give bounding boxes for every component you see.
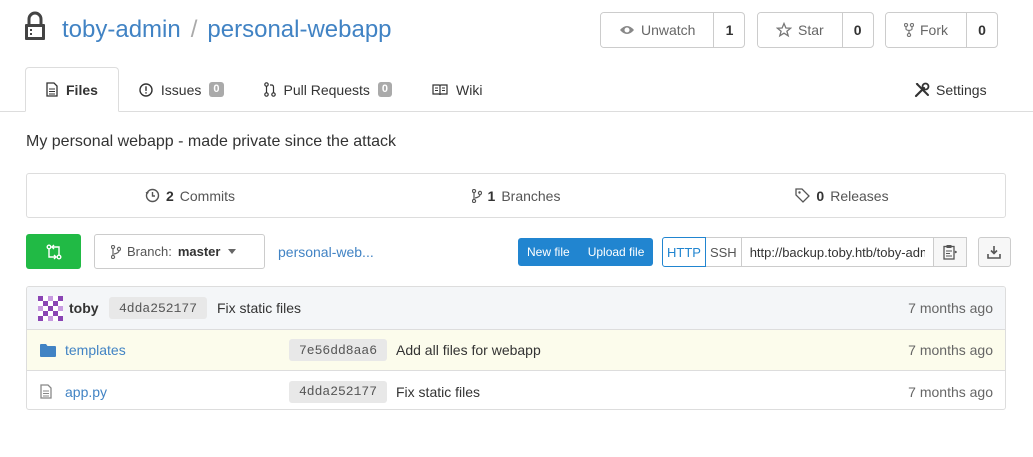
tab-pull-requests[interactable]: Pull Requests 0 (244, 67, 413, 112)
file-row-templates[interactable]: templates 7e56dd8aa6 Add all files for w… (27, 330, 1005, 371)
branch-label: Branch: (127, 244, 172, 259)
file-action-buttons: New file Upload file (518, 238, 654, 266)
breadcrumb-repo-link[interactable]: personal-web... (278, 234, 374, 269)
compare-icon (46, 244, 61, 259)
file-commit-message[interactable]: Add all files for webapp (396, 342, 541, 358)
branches-stat[interactable]: 1 Branches (353, 174, 679, 217)
history-icon (145, 188, 160, 203)
commit-author[interactable]: toby (69, 300, 99, 316)
unwatch-label: Unwatch (641, 22, 696, 38)
file-row-app-py[interactable]: app.py 4dda252177 Fix static files 7 mon… (27, 371, 1005, 409)
star-button-group: Star 0 (757, 12, 874, 48)
releases-count: 0 (816, 187, 825, 204)
branches-label: Branches (501, 187, 561, 204)
branch-icon (111, 244, 121, 259)
avatar (38, 296, 63, 321)
issues-count-badge: 0 (209, 82, 224, 97)
commit-sha[interactable]: 4dda252177 (109, 297, 208, 319)
repo-title: toby-admin / personal-webapp (62, 14, 392, 46)
copy-url-button[interactable] (933, 237, 967, 267)
chevron-down-icon (228, 249, 237, 254)
releases-label: Releases (830, 187, 889, 204)
fork-button[interactable]: Fork (886, 13, 967, 47)
commits-count: 2 (165, 187, 174, 204)
unwatch-button[interactable]: Unwatch (601, 13, 715, 47)
file-commit-message[interactable]: Fix static files (396, 384, 480, 400)
star-button[interactable]: Star (758, 13, 843, 47)
upload-file-button[interactable]: Upload file (579, 238, 654, 266)
fork-count[interactable]: 0 (967, 13, 997, 47)
tab-settings-label: Settings (936, 81, 987, 98)
tools-icon (914, 82, 930, 97)
tab-wiki[interactable]: Wiki (412, 67, 502, 112)
ssh-protocol-button[interactable]: SSH (705, 237, 742, 267)
pull-request-icon (263, 82, 276, 97)
file-name[interactable]: templates (65, 342, 126, 358)
branch-selector[interactable]: Branch: master (94, 234, 265, 269)
tab-pull-requests-label: Pull Requests (283, 81, 370, 98)
file-toolbar: Branch: master personal-web... New file … (26, 234, 1011, 270)
lock-icon (25, 11, 45, 40)
file-name[interactable]: app.py (65, 384, 107, 400)
download-icon (987, 246, 1001, 259)
branch-icon (471, 188, 482, 203)
download-button[interactable] (977, 237, 1011, 267)
star-icon (776, 22, 792, 38)
repo-tabs: Files Issues 0 Pull Requests 0 Wiki (25, 67, 502, 112)
fork-label: Fork (920, 22, 948, 38)
clipboard-icon (943, 245, 957, 260)
releases-stat[interactable]: 0 Releases (679, 174, 1005, 217)
tab-files-label: Files (66, 81, 98, 98)
file-icon (46, 82, 58, 97)
book-icon (432, 83, 448, 95)
title-separator: / (190, 16, 198, 43)
file-commit-sha[interactable]: 7e56dd8aa6 (289, 339, 388, 361)
repo-description: My personal webapp - made private since … (26, 133, 396, 150)
owner-link[interactable]: toby-admin (62, 16, 181, 43)
file-commit-sha[interactable]: 4dda252177 (289, 380, 388, 403)
branch-name: master (177, 244, 221, 259)
star-label: Star (798, 22, 824, 38)
tag-icon (795, 188, 811, 203)
eye-icon (620, 26, 634, 34)
tab-settings[interactable]: Settings (906, 67, 995, 112)
tab-wiki-label: Wiki (456, 81, 483, 98)
new-file-button[interactable]: New file (518, 238, 579, 266)
repo-stats-bar: 2 Commits 1 Branches 0 Releases (26, 173, 1006, 218)
watch-button-group: Unwatch 1 (600, 12, 746, 48)
pull-requests-count-badge: 0 (377, 82, 393, 97)
tab-issues-label: Issues (160, 81, 202, 98)
star-count[interactable]: 0 (843, 13, 873, 47)
tab-files[interactable]: Files (25, 67, 119, 112)
fork-icon (904, 23, 914, 37)
folder-icon (40, 342, 56, 358)
clone-url-bar: HTTP SSH (662, 237, 1011, 267)
branches-count: 1 (487, 187, 496, 204)
compare-button[interactable] (26, 234, 81, 269)
file-commit-time: 7 months ago (908, 383, 993, 400)
repo-header: toby-admin / personal-webapp Unwatch 1 Sta… (0, 0, 1033, 112)
commits-label: Commits (179, 187, 236, 204)
commit-time: 7 months ago (908, 300, 993, 316)
http-protocol-button[interactable]: HTTP (662, 237, 706, 267)
tab-issues[interactable]: Issues 0 (119, 67, 244, 112)
watch-count[interactable]: 1 (714, 13, 744, 47)
clone-url-input[interactable] (741, 237, 934, 267)
repo-link[interactable]: personal-webapp (207, 16, 391, 43)
issue-icon (139, 82, 153, 97)
commits-stat[interactable]: 2 Commits (27, 174, 353, 217)
fork-button-group: Fork 0 (885, 12, 998, 48)
file-text-icon (40, 384, 56, 400)
file-commit-time: 7 months ago (908, 342, 993, 358)
latest-commit-row: toby 4dda252177 Fix static files 7 month… (27, 287, 1005, 330)
commit-message[interactable]: Fix static files (217, 300, 301, 316)
file-list: toby 4dda252177 Fix static files 7 month… (26, 286, 1006, 410)
